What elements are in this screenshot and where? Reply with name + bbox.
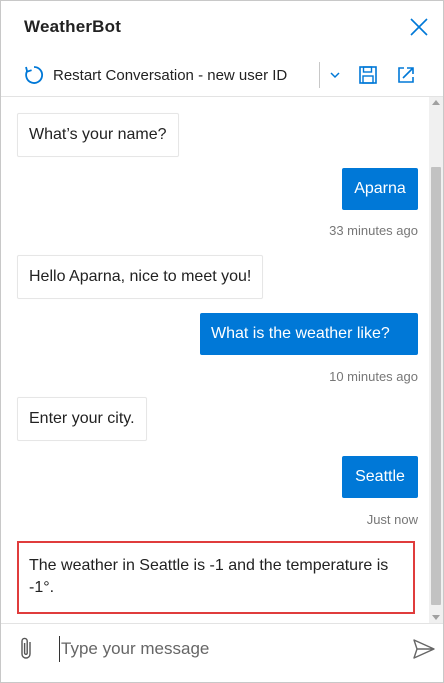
user-message: What is the weather like? <box>200 313 418 355</box>
transcript-scrollbar[interactable] <box>429 97 443 623</box>
message-timestamp: 10 minutes ago <box>329 369 418 384</box>
save-icon[interactable] <box>358 65 378 85</box>
restart-conversation-button[interactable]: Restart Conversation - new user ID <box>23 57 287 93</box>
message-input[interactable] <box>59 636 389 662</box>
chat-transcript: What’s your name? Aparna 33 minutes ago … <box>1 97 429 623</box>
highlighted-bot-message: The weather in Seattle is -1 and the tem… <box>17 541 415 614</box>
send-icon[interactable] <box>412 638 436 660</box>
bot-message: Hello Aparna, nice to meet you! <box>17 255 264 299</box>
scroll-down-arrow-icon[interactable] <box>432 615 440 620</box>
chevron-down-icon[interactable] <box>327 66 343 84</box>
app-title: WeatherBot <box>24 17 122 36</box>
open-external-icon[interactable] <box>396 65 416 85</box>
webchat-window: WeatherBot Restart Conversation - new us… <box>0 0 444 683</box>
user-message: Seattle <box>342 456 418 498</box>
message-composer <box>1 623 443 682</box>
toolbar-divider <box>319 62 320 88</box>
bot-message: What’s your name? <box>17 113 179 157</box>
close-icon[interactable] <box>407 15 431 39</box>
bot-message: Enter your city. <box>17 397 147 441</box>
paperclip-icon[interactable] <box>17 636 37 662</box>
bot-message-text: The weather in Seattle is -1 and the tem… <box>29 557 389 596</box>
toolbar: Restart Conversation - new user ID <box>1 57 443 93</box>
message-timestamp: Just now <box>366 512 418 527</box>
scroll-up-arrow-icon[interactable] <box>432 100 440 105</box>
message-timestamp: 33 minutes ago <box>329 223 418 238</box>
refresh-icon <box>25 66 43 84</box>
user-message: Aparna <box>342 168 418 210</box>
scroll-thumb[interactable] <box>431 167 441 605</box>
restart-label: Restart Conversation - new user ID <box>53 66 288 84</box>
chat-header: WeatherBot Restart Conversation - new us… <box>1 1 443 96</box>
